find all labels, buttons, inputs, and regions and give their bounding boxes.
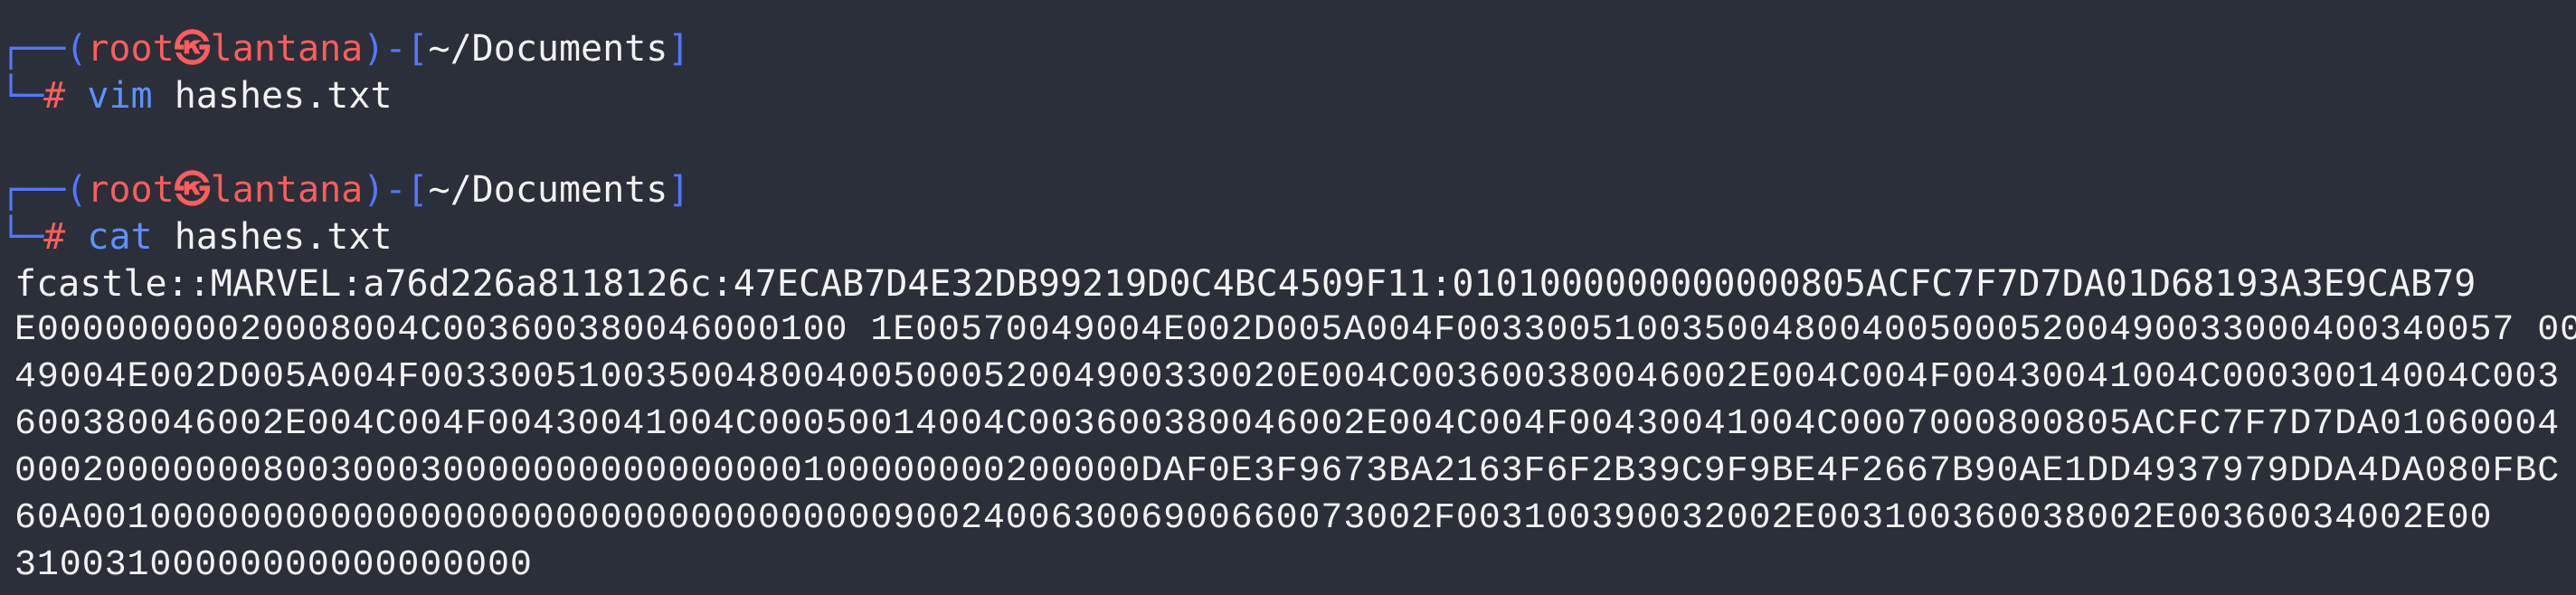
prompt-host: lantana [210,169,364,211]
output-line-1: fcastle::MARVEL:a76d226a8118126c:47ECAB7… [14,263,2477,305]
output-line-7: 31003100000000000000000 [14,545,533,586]
root-prompt-mark: # [43,75,66,117]
command-argument: hashes.txt [174,216,393,258]
command-line: └─# vim hashes.txt [0,72,393,119]
output-line-5: 0002000000080030003000000000000000010000… [14,451,2561,492]
prompt-frame-end: ] [668,28,690,70]
prompt-block-cat: ┌──(root㉿lantana)-[~/Documents] └─# cat … [0,166,2576,260]
prompt-header: ┌──(root㉿lantana)-[~/Documents] [0,166,689,213]
output-line-3: 49004E002D005A004F0033005100350048004005… [14,357,2561,398]
root-prompt-mark: # [43,216,66,258]
prompt-host: lantana [210,28,364,70]
output-line-2: E00000000020008004C003600380046000100 1E… [14,310,2576,351]
command-name: vim [87,75,153,117]
prompt-block-vim: ┌──(root㉿lantana)-[~/Documents] └─# vim … [0,25,2576,119]
command-name: cat [87,216,153,258]
terminal-window[interactable]: ┌──(root㉿lantana)-[~/Documents] └─# vim … [0,0,2576,595]
command-argument: hashes.txt [174,75,393,117]
kali-symbol-icon: ㉿ [174,169,211,211]
command-line: └─# cat hashes.txt [0,213,393,260]
prompt-user: root [87,28,175,70]
prompt-frame-mid: )-[ [363,28,429,70]
prompt-header: ┌──(root㉿lantana)-[~/Documents] [0,25,689,72]
prompt-user: root [87,169,175,211]
prompt-frame-mid: )-[ [363,169,429,211]
output-line-4: 600380046002E004C004F00430041004C0005001… [14,404,2561,445]
prompt-frame-bottom: └─ [0,216,44,258]
kali-symbol-icon: ㉿ [174,28,211,70]
prompt-frame-end: ] [668,169,690,211]
prompt-frame-top: ┌──( [0,28,88,70]
prompt-frame-bottom: └─ [0,75,44,117]
prompt-cwd: ~/Documents [428,169,668,211]
command-output: fcastle::MARVEL:a76d226a8118126c:47ECAB7… [0,260,2576,590]
prompt-cwd: ~/Documents [428,28,668,70]
output-line-6: 60A0010000000000000000000000000000000009… [14,498,2493,539]
prompt-frame-top: ┌──( [0,169,88,211]
